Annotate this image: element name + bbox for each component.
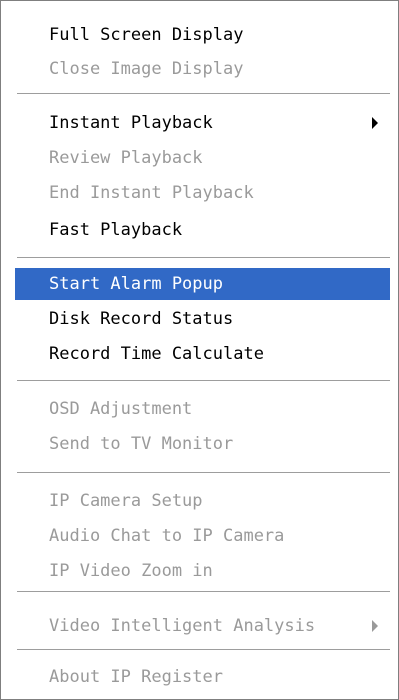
menu-item-label: Record Time Calculate [49,344,264,364]
menu-item-label: End Instant Playback [49,183,254,203]
menu-item-label: About IP Register [49,667,223,687]
menu-separator [17,472,390,474]
menu-separator [17,93,390,95]
menu-item-label: Instant Playback [49,113,213,133]
menu-item-review-playback[interactable]: Review Playback [15,142,390,174]
menu-separator [17,257,390,259]
menu-item-record-time-calculate[interactable]: Record Time Calculate [15,338,390,370]
menu-item-label: OSD Adjustment [49,399,193,419]
submenu-arrow-icon [372,620,378,632]
menu-item-video-intelligent-analysis[interactable]: Video Intelligent Analysis [15,610,390,642]
menu-item-instant-playback[interactable]: Instant Playback [15,107,390,139]
menu-item-audio-chat-to-ip-camera[interactable]: Audio Chat to IP Camera [15,520,390,552]
menu-item-label: Send to TV Monitor [49,434,234,454]
menu-item-close-image-display[interactable]: Close Image Display [15,53,390,85]
menu-separator [17,591,390,593]
menu-item-label: IP Camera Setup [49,491,203,511]
menu-item-label: IP Video Zoom in [49,561,213,581]
submenu-arrow-icon [372,117,378,129]
menu-item-label: Audio Chat to IP Camera [49,526,285,546]
menu-item-label: Review Playback [49,148,203,168]
menu-item-start-alarm-popup[interactable]: Start Alarm Popup [15,268,390,300]
menu-item-label: Fast Playback [49,220,183,240]
menu-item-send-to-tv-monitor[interactable]: Send to TV Monitor [15,428,390,460]
menu-item-end-instant-playback[interactable]: End Instant Playback [15,177,390,209]
menu-separator [17,380,390,382]
menu-item-ip-video-zoom-in[interactable]: IP Video Zoom in [15,555,390,587]
menu-item-about-ip-register[interactable]: About IP Register [15,661,390,693]
context-menu: Full Screen Display Close Image Display … [0,0,399,700]
menu-item-full-screen-display[interactable]: Full Screen Display [15,19,390,51]
menu-item-fast-playback[interactable]: Fast Playback [15,214,390,246]
menu-item-label: Start Alarm Popup [49,274,223,294]
menu-item-label: Close Image Display [49,59,244,79]
menu-item-ip-camera-setup[interactable]: IP Camera Setup [15,485,390,517]
menu-item-label: Disk Record Status [49,309,234,329]
menu-separator [17,649,390,651]
menu-item-disk-record-status[interactable]: Disk Record Status [15,303,390,335]
menu-item-osd-adjustment[interactable]: OSD Adjustment [15,393,390,425]
menu-item-label: Video Intelligent Analysis [49,616,316,636]
menu-item-label: Full Screen Display [49,25,244,45]
